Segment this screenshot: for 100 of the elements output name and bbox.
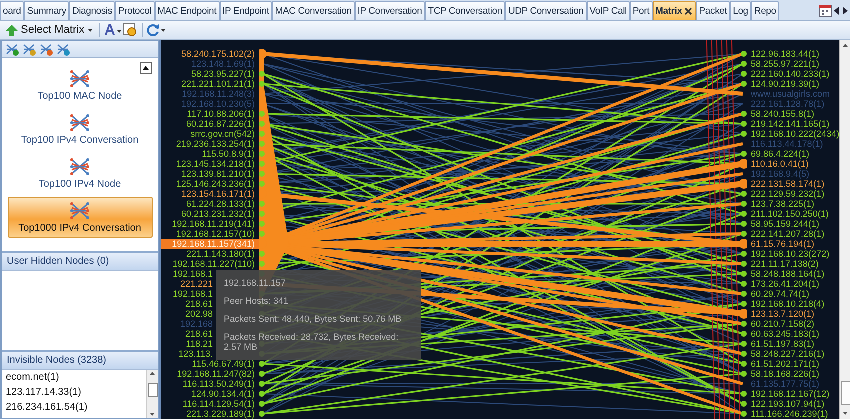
matrix-type-item[interactable]: Top100 IPv4 Conversation <box>8 109 152 150</box>
node-label[interactable]: 192.168.11.219(141) <box>161 219 259 229</box>
node-label[interactable]: 58.240.155.8(1) <box>747 109 839 119</box>
node-label[interactable]: 222.129.59.232(1) <box>747 189 839 199</box>
tab[interactable]: MAC Conversation <box>272 1 355 20</box>
node-label[interactable]: 58.248.227.216(1) <box>747 349 839 359</box>
node-label[interactable]: 123.7.38.225(1) <box>747 199 839 209</box>
node-label[interactable]: 192.168.10.218(4) <box>747 299 839 309</box>
tab[interactable]: Summary <box>24 1 70 20</box>
node-label[interactable]: 110.16.0.41(1) <box>747 159 839 169</box>
node-label[interactable]: 58.23.95.227(1) <box>161 69 259 79</box>
tab[interactable]: Repo <box>751 1 780 20</box>
node-label[interactable]: 122.96.183.44(1) <box>747 49 839 59</box>
node-label[interactable]: 123.145.134.218(1) <box>161 159 259 169</box>
node-label[interactable]: 219.236.133.254(1) <box>161 139 259 149</box>
node-label[interactable]: 61.224.28.133(1) <box>161 199 259 209</box>
tab[interactable]: Matrix <box>652 1 696 20</box>
node-label[interactable]: 124.90.219.39(1) <box>747 79 839 89</box>
tab[interactable]: MAC Endpoint <box>154 1 220 20</box>
node-label[interactable]: 222.160.140.233(1) <box>747 69 839 79</box>
tab[interactable]: TCP Conversation <box>425 1 506 20</box>
scrollbar-thumb[interactable] <box>841 381 850 405</box>
node-label[interactable]: 61.51.202.171(1) <box>747 359 839 369</box>
matrix-delete-icon[interactable] <box>40 42 54 56</box>
tooltip-text: Packets Received: 28,732, Bytes Received: 2.57 MB <box>224 332 400 352</box>
node-label[interactable]: 58.95.159.244(1) <box>747 219 839 229</box>
scrollbar[interactable] <box>839 40 850 419</box>
node-label[interactable]: 192.168.11.247(82) <box>161 369 259 379</box>
node-label[interactable]: 60.63.245.183(1) <box>747 329 839 339</box>
matrix-type-item[interactable]: Top100 IPv4 Node <box>8 153 152 194</box>
scroll-up-button[interactable] <box>140 62 152 74</box>
scroll-left-icon[interactable] <box>834 6 840 14</box>
scrollbar[interactable] <box>146 370 158 418</box>
node-label[interactable]: 115.50.8.9(1) <box>161 149 259 159</box>
node-label[interactable]: 221.11.17.138(2) <box>747 259 839 269</box>
matrix-edit-icon[interactable] <box>23 42 37 56</box>
node-item[interactable]: 123.117.14.33(1) <box>6 386 142 400</box>
node-label[interactable]: 69.86.4.224(1) <box>747 149 839 159</box>
node-label[interactable]: 60.29.74.74(1) <box>747 289 839 299</box>
node-label[interactable]: 60.216.87.226(1) <box>161 119 259 129</box>
node-label[interactable]: 222.131.58.174(1) <box>747 179 839 189</box>
calendar-icon[interactable] <box>819 4 832 17</box>
node-label[interactable]: 111.166.246.239(1) <box>747 409 839 419</box>
node-item[interactable]: 216.234.161.54(1) <box>6 401 142 415</box>
matrix-add-icon[interactable] <box>6 42 20 56</box>
font-style-icon[interactable] <box>104 23 122 37</box>
node-label[interactable]: 122.193.107.94(1) <box>747 399 839 409</box>
refresh-icon[interactable] <box>146 24 160 36</box>
node-label[interactable]: 61.15.76.194(1) <box>747 239 839 249</box>
node-label[interactable]: 125.146.243.236(1) <box>161 179 259 189</box>
node-label[interactable]: 123.154.16.171(1) <box>161 189 259 199</box>
select-matrix-button[interactable]: Select Matrix <box>4 22 95 38</box>
node-label[interactable]: 60.210.7.158(2) <box>747 319 839 329</box>
scrollbar-thumb[interactable] <box>148 383 158 397</box>
highlight-icon[interactable] <box>122 23 138 37</box>
node-label[interactable]: 58.248.188.164(1) <box>747 269 839 279</box>
tooltip-text: Peer Hosts: 341 <box>224 296 290 306</box>
close-icon[interactable] <box>684 6 694 16</box>
tooltip-title: 192.168.11.157 <box>224 278 287 288</box>
caret-icon[interactable] <box>160 28 166 32</box>
node-label[interactable]: 58.18.168.226(1) <box>747 369 839 379</box>
node-label[interactable]: 61.51.197.83(1) <box>747 339 839 349</box>
node-label[interactable]: 192.168.10.222(2434) <box>747 129 839 139</box>
node-label[interactable]: 58.240.175.102(2) <box>161 49 259 59</box>
node-label[interactable]: 219.142.141.165(1) <box>747 119 839 129</box>
node-label[interactable]: 173.26.41.204(1) <box>747 279 839 289</box>
node-label[interactable]: 192.168.11.227(110) <box>161 259 259 269</box>
tab[interactable]: oard <box>0 1 24 20</box>
matrix-type-item[interactable]: Top100 MAC Node <box>8 65 152 106</box>
tab[interactable]: Port <box>630 1 653 20</box>
node-label[interactable]: 116.113.50.249(1) <box>161 379 259 389</box>
node-label[interactable]: 221.3.229.189(1) <box>161 409 259 419</box>
node-label[interactable]: 116.114.129.54(1) <box>161 399 259 409</box>
node-label[interactable]: 123.13.7.120(1) <box>747 309 839 319</box>
node-label[interactable]: 221.1.143.180(1) <box>161 249 259 259</box>
node-label[interactable]: 192.168.12.157(10) <box>161 229 259 239</box>
tab[interactable]: Log <box>730 1 752 20</box>
tab[interactable]: IP Conversation <box>354 1 426 20</box>
node-label[interactable]: 211.102.150.250(1) <box>747 209 839 219</box>
tab[interactable]: UDP Conversation <box>505 1 587 20</box>
matrix-type-item[interactable]: Top1000 IPv4 Conversation <box>8 197 152 238</box>
node-label[interactable]: srrc.gov.cn(542) <box>161 129 259 139</box>
tab[interactable]: Diagnosis <box>69 1 116 20</box>
matrix-settings-icon[interactable] <box>57 42 71 56</box>
tab[interactable]: VoIP Call <box>586 1 630 20</box>
tab[interactable]: Protocol <box>115 1 155 20</box>
node-label[interactable]: 115.46.67.49(1) <box>161 359 259 369</box>
tab[interactable]: Packet <box>696 1 730 20</box>
node-label[interactable]: 192.168.12.167(12) <box>747 389 839 399</box>
node-label[interactable]: 192.168.10.23(272) <box>747 249 839 259</box>
node-label[interactable]: 60.213.231.232(1) <box>161 209 259 219</box>
tab[interactable]: IP Endpoint <box>220 1 272 20</box>
scroll-right-icon[interactable] <box>842 6 848 14</box>
node-label[interactable]: 117.10.88.206(1) <box>161 109 259 119</box>
node-item[interactable]: ecom.net(1) <box>6 371 142 385</box>
node-label[interactable]: 124.90.134.4(1) <box>161 389 259 399</box>
node-label[interactable]: 58.255.97.221(1) <box>747 59 839 69</box>
node-label[interactable]: 222.141.207.28(1) <box>747 229 839 239</box>
node-label[interactable]: 123.139.81.210(1) <box>161 169 259 179</box>
node-label[interactable]: 221.221.101.21(1) <box>161 79 259 89</box>
